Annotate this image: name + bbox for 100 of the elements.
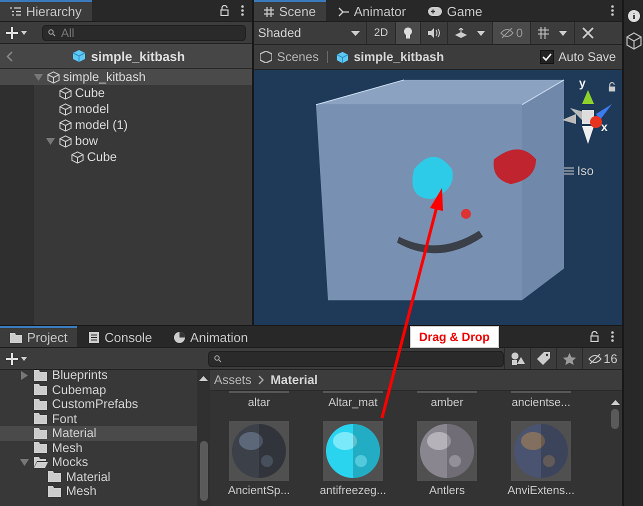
folder-item[interactable]: Cubemap [0,382,197,397]
cube-icon [336,50,349,64]
asset-label[interactable]: ancientse... [512,397,570,409]
caret-icon [351,30,360,36]
speaker-icon [428,28,440,38]
scroll-up-icon[interactable] [199,376,208,381]
lock-icon[interactable] [220,5,229,16]
lock-icon[interactable] [608,82,616,92]
asset-label[interactable]: antifreezeg... [320,485,386,497]
breadcrumb-link[interactable]: Assets [214,373,252,387]
folder-item[interactable]: Mesh [0,440,197,455]
eye-slash-icon [588,354,602,364]
scene-name: simple_kitbash [354,50,444,64]
branch-arrow-icon [338,6,349,16]
projection-toggle[interactable]: Iso [564,164,594,178]
folder-item[interactable]: Mocks [0,455,197,470]
cube-outline-icon [47,70,60,84]
asset-label[interactable]: AncientSp... [228,485,290,497]
caret-icon [558,30,567,36]
scenes-link[interactable]: Scenes [277,50,319,64]
search-icon [214,354,223,362]
document-icon [89,332,100,343]
expand-arrow-icon[interactable] [20,370,29,380]
hierarchy-tab[interactable]: Hierarchy [0,0,92,21]
caret-icon [477,30,486,36]
folder-icon [34,428,48,439]
asset-label[interactable]: amber [430,397,464,409]
gamepad-icon [428,7,442,16]
search-field[interactable] [208,350,504,366]
hierarchy-item[interactable]: Cube [0,85,252,101]
cube-icon [72,49,86,63]
window-tab[interactable]: Animation [164,326,258,347]
cube-outline-icon [71,150,84,164]
cube-outline-icon [59,86,72,100]
folder-item[interactable]: Blueprints [0,370,197,382]
layers-icon [455,28,470,38]
back-icon[interactable] [6,50,13,62]
scroll-up-icon[interactable] [610,400,620,405]
scrollbar-thumb[interactable] [611,409,619,429]
folder-icon [34,384,48,396]
prefab-title: simple_kitbash [91,48,185,64]
hierarchy-item[interactable]: Cube [0,149,252,165]
y-axis-label: y [579,76,586,90]
list-icon [10,7,21,16]
grid-icon [264,6,274,16]
lock-icon[interactable] [590,331,599,342]
x-axis-label: x [601,120,608,134]
cube-outline-icon [59,134,72,148]
view-tab[interactable]: Game [418,0,492,21]
scrollbar-thumb[interactable] [200,441,208,501]
hierarchy-item[interactable]: model [0,101,252,117]
menu-lines-icon [564,167,574,175]
expand-arrow-icon[interactable] [20,458,29,467]
cube-outline-icon [59,102,72,116]
window-tab[interactable]: Project [0,326,78,347]
shading-dropdown[interactable]: Shaded [254,26,366,40]
crossed-tools-icon [582,27,594,39]
view-tab[interactable]: Animator [328,0,416,21]
search-icon [48,28,57,36]
drag-and-drop-callout: Drag & Drop [410,326,499,348]
folder-icon [34,398,48,410]
asset-label[interactable]: AnviExtens... [507,485,575,497]
tag-icon [537,352,550,365]
cube-outline-icon [626,32,642,50]
add-icon[interactable] [6,26,28,38]
auto-save-checkbox[interactable]: Auto Save [540,50,616,64]
asset-label[interactable]: Antlers [429,485,465,497]
more-icon[interactable] [611,5,614,16]
lightbulb-icon [403,27,414,39]
shapes-icon [510,352,524,365]
hierarchy-item[interactable]: bow [0,133,252,149]
chevron-right-icon [258,375,265,385]
folder-item[interactable]: Mesh [0,484,197,498]
asset-label[interactable]: Altar_mat [328,397,378,409]
folder-icon [34,456,48,468]
search-field[interactable]: All [42,24,246,40]
hierarchy-item[interactable]: simple_kitbash [0,69,252,85]
folder-icon [10,332,22,342]
add-icon[interactable] [6,352,28,364]
window-tab[interactable]: Console [79,326,162,347]
expand-arrow-icon[interactable] [46,136,55,146]
folder-item[interactable]: Material [0,470,197,484]
more-icon[interactable] [611,331,614,342]
star-icon [563,352,576,364]
folder-item[interactable]: Font [0,412,197,426]
checkmark-icon [542,53,552,61]
more-icon[interactable] [241,5,244,16]
folder-icon [48,471,62,482]
clock-icon [174,332,186,343]
lighting-toggle[interactable] [395,22,420,44]
eye-slash-icon [500,28,514,38]
folder-item[interactable]: CustomPrefabs [0,397,197,412]
unity-logo-icon [260,51,272,63]
folder-item[interactable]: Material [0,426,197,440]
breadcrumb-current: Material [270,373,318,387]
asset-label[interactable]: altar [248,397,270,409]
hierarchy-item[interactable]: model (1) [0,117,252,133]
view-tab[interactable]: Scene [254,0,326,21]
grid-icon [538,27,551,39]
info-icon[interactable] [628,10,640,22]
